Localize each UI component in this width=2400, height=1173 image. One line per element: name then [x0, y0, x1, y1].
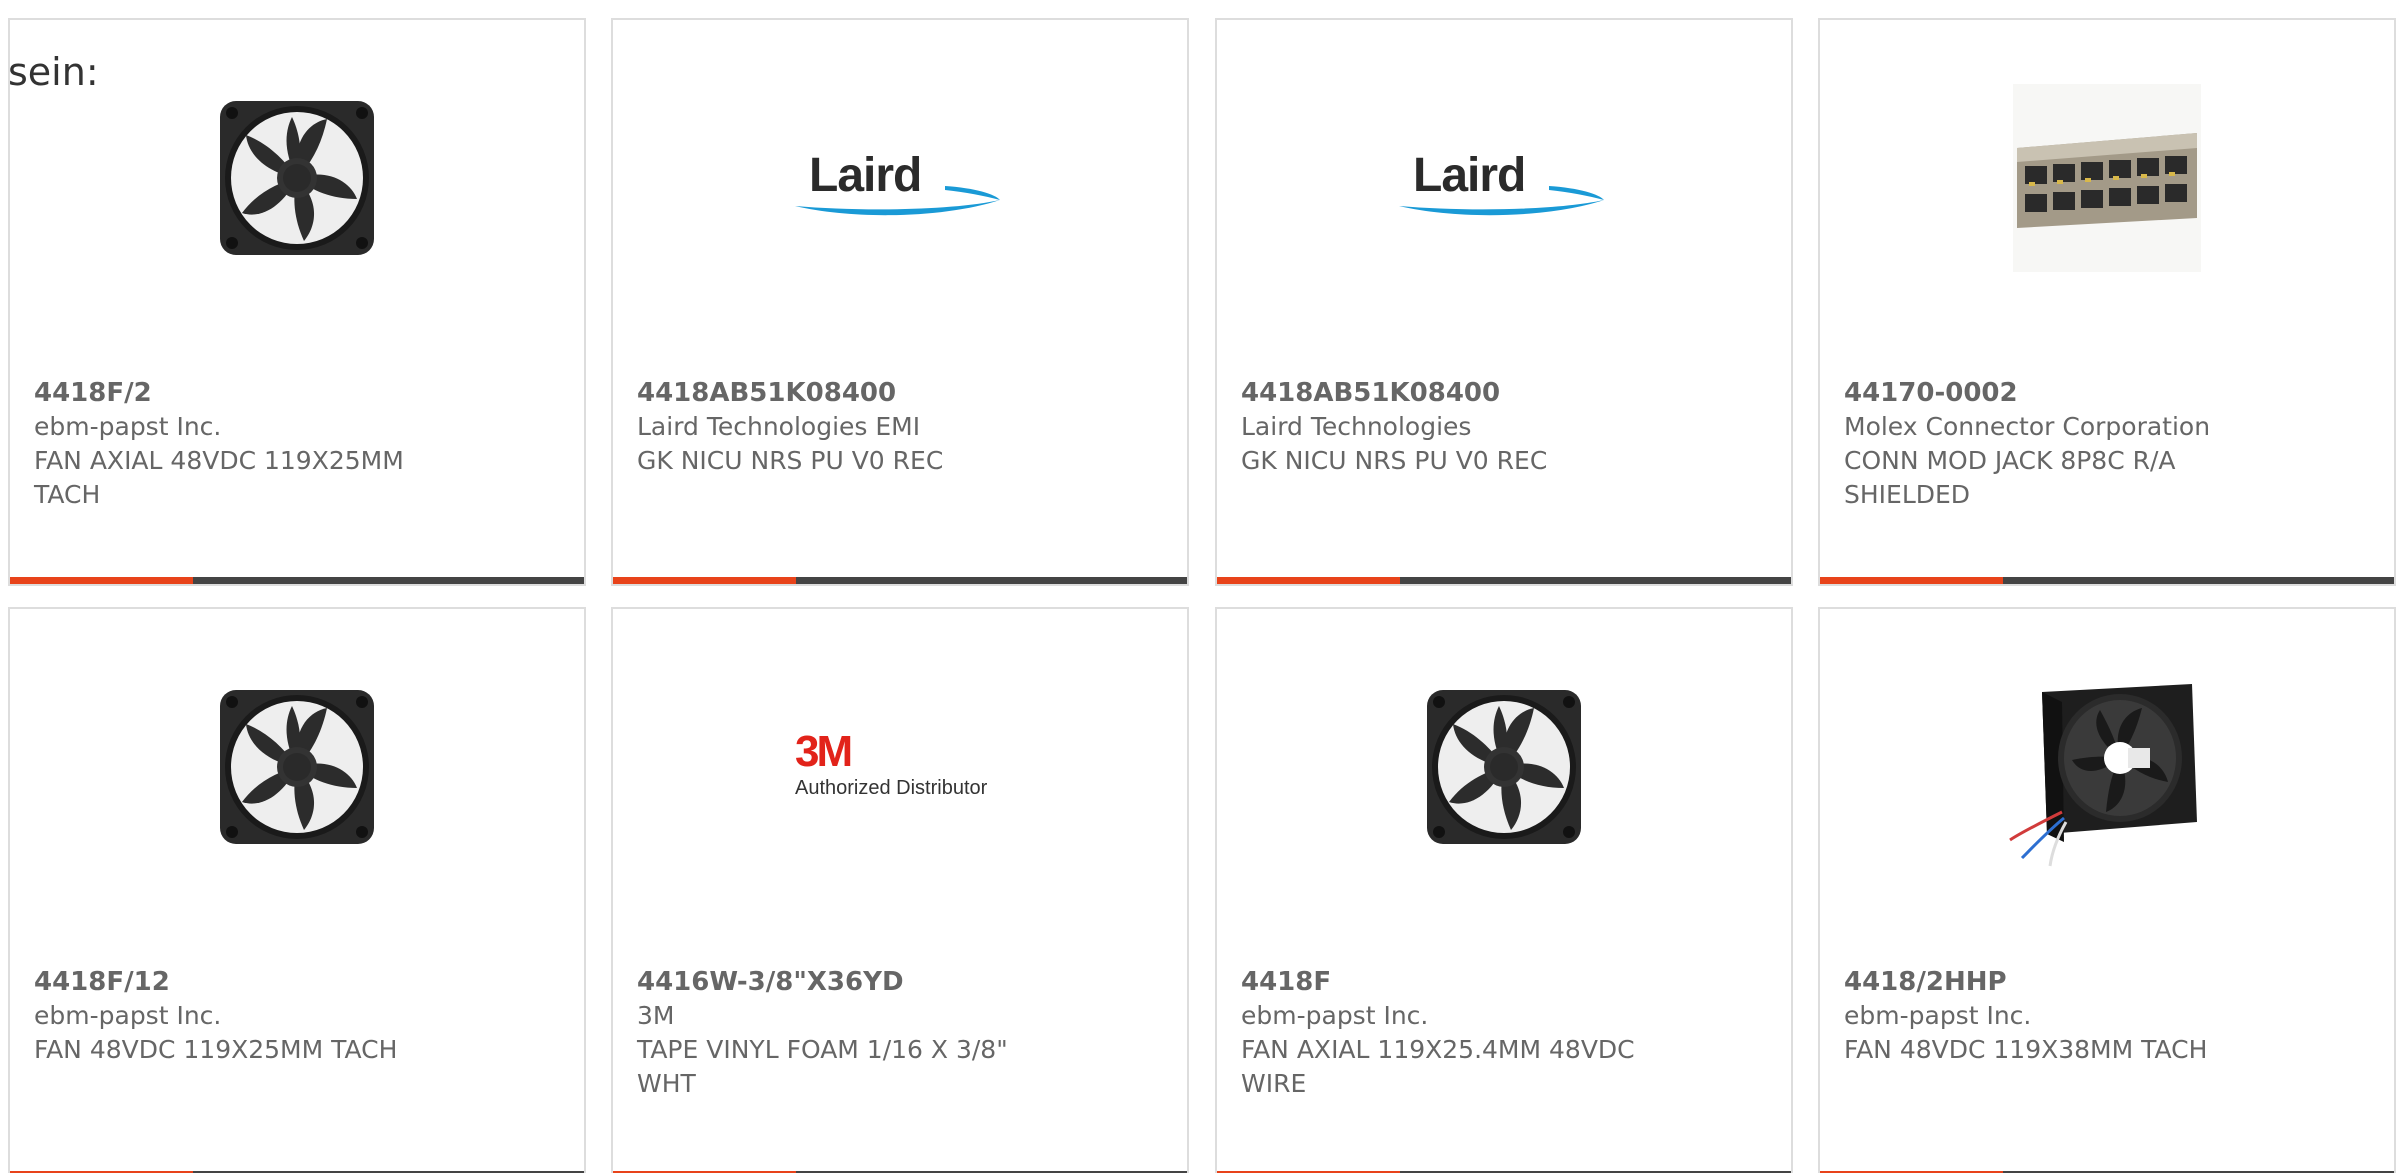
- card-bar-accent: [613, 577, 796, 584]
- product-info: 4416W-3/8"X36YD 3M TAPE VINYL FOAM 1/16 …: [637, 965, 1163, 1101]
- part-number[interactable]: 4418/2HHP: [1844, 965, 2370, 999]
- product-info: 4418F ebm-papst Inc. FAN AXIAL 119X25.4M…: [1241, 965, 1767, 1101]
- product-card[interactable]: 4418F ebm-papst Inc. FAN AXIAL 119X25.4M…: [1215, 607, 1793, 1173]
- description: GK NICU NRS PU V0 REC: [1241, 446, 1548, 475]
- part-number[interactable]: 4418F: [1241, 965, 1767, 999]
- description: FAN AXIAL 119X25.4MM 48VDC WIRE: [1241, 1035, 1635, 1098]
- product-image[interactable]: Laird: [613, 68, 1187, 288]
- part-number[interactable]: 4418AB51K08400: [637, 376, 1163, 410]
- product-info: 44170-0002 Molex Connector Corporation C…: [1844, 376, 2370, 512]
- part-number[interactable]: 4418AB51K08400: [1241, 376, 1767, 410]
- description: CONN MOD JACK 8P8C R/A SHIELDED: [1844, 446, 2176, 509]
- product-card[interactable]: Laird 4418AB51K08400 Laird Technologies …: [1215, 18, 1793, 586]
- manufacturer: Laird Technologies EMI: [637, 412, 921, 441]
- manufacturer: ebm-papst Inc.: [34, 412, 222, 441]
- part-number[interactable]: 4418F/12: [34, 965, 560, 999]
- manufacturer: ebm-papst Inc.: [34, 1001, 222, 1030]
- product-card[interactable]: 3M Authorized Distributor 4416W-3/8"X36Y…: [611, 607, 1189, 1173]
- part-number[interactable]: 44170-0002: [1844, 376, 2370, 410]
- logo-text: Laird: [809, 149, 922, 202]
- manufacturer: Laird Technologies: [1241, 412, 1472, 441]
- connector-icon: [2013, 84, 2201, 272]
- product-info: 4418AB51K08400 Laird Technologies EMI GK…: [637, 376, 1163, 478]
- card-bottom-bar: [1217, 577, 1791, 584]
- logo-subtext: Authorized Distributor: [795, 777, 988, 799]
- product-card[interactable]: 4418F/2 ebm-papst Inc. FAN AXIAL 48VDC 1…: [8, 18, 586, 586]
- product-info: 4418/2HHP ebm-papst Inc. FAN 48VDC 119X3…: [1844, 965, 2370, 1067]
- description: FAN AXIAL 48VDC 119X25MM TACH: [34, 446, 404, 509]
- product-image[interactable]: 3M Authorized Distributor: [613, 657, 1187, 877]
- product-info: 4418AB51K08400 Laird Technologies GK NIC…: [1241, 376, 1767, 478]
- fan-wired-icon: [2009, 684, 2197, 867]
- intro-text: sein:: [8, 50, 99, 94]
- fan-icon: [220, 101, 374, 255]
- card-bottom-bar: [10, 577, 584, 584]
- card-bar-accent: [1217, 577, 1400, 584]
- product-info: 4418F/2 ebm-papst Inc. FAN AXIAL 48VDC 1…: [34, 376, 560, 512]
- card-bar-accent: [10, 577, 193, 584]
- description: GK NICU NRS PU V0 REC: [637, 446, 944, 475]
- laird-logo-icon: Laird: [795, 148, 1005, 216]
- manufacturer: ebm-papst Inc.: [1844, 1001, 2032, 1030]
- description: TAPE VINYL FOAM 1/16 X 3/8" WHT: [637, 1035, 1008, 1098]
- product-card[interactable]: Laird 4418AB51K08400 Laird Technologies …: [611, 18, 1189, 586]
- laird-logo-icon: Laird: [1399, 148, 1609, 216]
- product-image[interactable]: [1820, 68, 2394, 288]
- page: sein: 4418F/2 ebm-papst Inc. FAN AXIAL 4…: [0, 0, 2400, 1173]
- product-image[interactable]: [10, 68, 584, 288]
- logo-text: Laird: [1413, 149, 1526, 202]
- card-bottom-bar: [613, 577, 1187, 584]
- description: FAN 48VDC 119X38MM TACH: [1844, 1035, 2208, 1064]
- product-image[interactable]: [10, 657, 584, 877]
- product-image[interactable]: Laird: [1217, 68, 1791, 288]
- manufacturer: Molex Connector Corporation: [1844, 412, 2211, 441]
- product-info: 4418F/12 ebm-papst Inc. FAN 48VDC 119X25…: [34, 965, 560, 1067]
- card-bottom-bar: [1820, 577, 2394, 584]
- part-number[interactable]: 4416W-3/8"X36YD: [637, 965, 1163, 999]
- fan-icon: [220, 690, 374, 844]
- manufacturer: ebm-papst Inc.: [1241, 1001, 1429, 1030]
- card-bar-accent: [1820, 577, 2003, 584]
- product-card[interactable]: 4418/2HHP ebm-papst Inc. FAN 48VDC 119X3…: [1818, 607, 2396, 1173]
- 3m-logo-icon: 3M Authorized Distributor: [795, 727, 1005, 807]
- product-image[interactable]: [1217, 657, 1791, 877]
- manufacturer: 3M: [637, 1001, 675, 1030]
- product-card[interactable]: 4418F/12 ebm-papst Inc. FAN 48VDC 119X25…: [8, 607, 586, 1173]
- fan-icon: [1427, 690, 1581, 844]
- product-image[interactable]: [1820, 657, 2394, 877]
- part-number[interactable]: 4418F/2: [34, 376, 560, 410]
- product-card[interactable]: 44170-0002 Molex Connector Corporation C…: [1818, 18, 2396, 586]
- description: FAN 48VDC 119X25MM TACH: [34, 1035, 398, 1064]
- logo-text: 3M: [795, 727, 853, 776]
